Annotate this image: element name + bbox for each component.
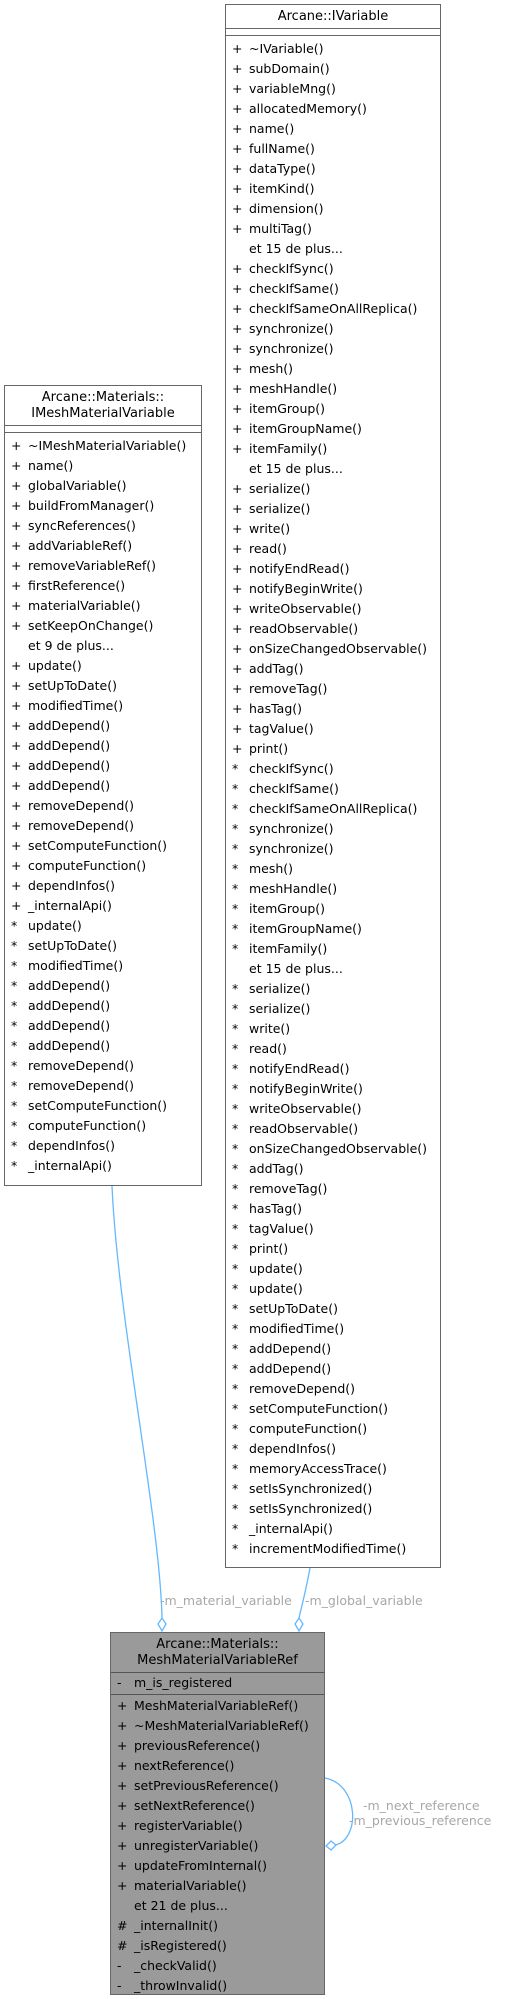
material-variable-aggregation-diamond	[157, 1616, 167, 1633]
edge-label-next-reference: -m_next_reference	[363, 1798, 480, 1813]
self-reference-aggregation-diamond	[325, 1840, 337, 1851]
material-variable-edge	[111, 1185, 163, 1619]
global-variable-aggregation-diamond	[294, 1616, 304, 1633]
relationship-edges	[111, 1185, 354, 1851]
edge-label-global-variable: -m_global_variable	[305, 1593, 423, 1608]
edge-label-material-variable: -m_material_variable	[160, 1593, 292, 1608]
self-reference-edge	[324, 1777, 354, 1846]
edge-label-previous-reference: -m_previous_reference	[349, 1813, 492, 1828]
